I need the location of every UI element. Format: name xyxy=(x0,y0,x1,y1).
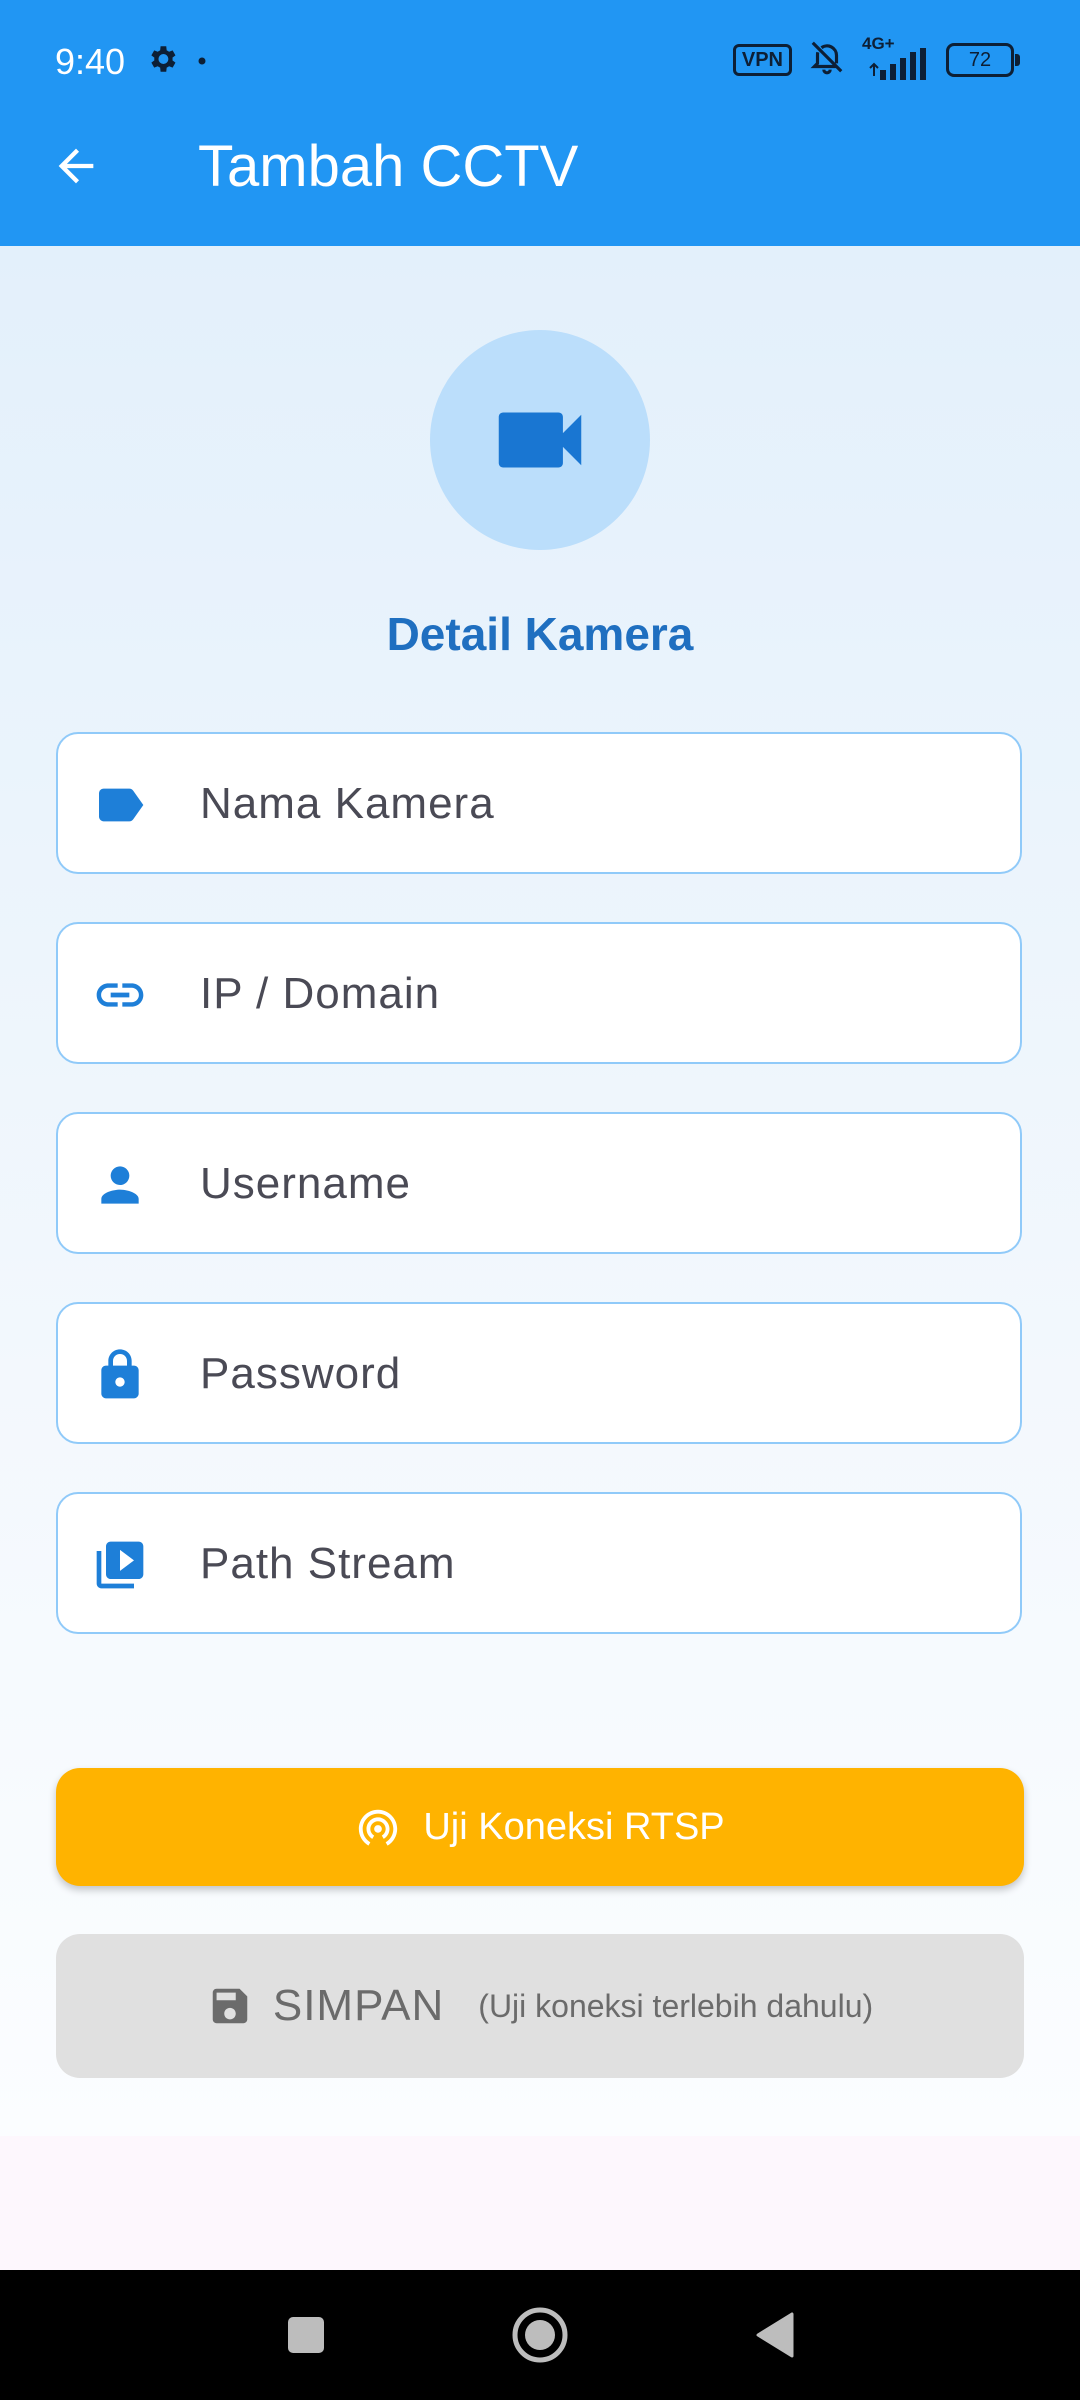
network-signal: 4G+ xyxy=(862,34,930,80)
page-title: Tambah CCTV xyxy=(198,134,579,199)
section-title: Detail Kamera xyxy=(386,608,694,660)
recent-apps-button[interactable] xyxy=(246,2270,366,2400)
camera-name-field[interactable] xyxy=(56,732,1022,874)
link-icon xyxy=(92,967,148,1023)
lock-icon xyxy=(92,1347,148,1403)
recent-apps-icon xyxy=(288,2317,324,2353)
status-right-icons: VPN 4G+ 72 xyxy=(732,34,1020,81)
username-field[interactable] xyxy=(56,1112,1022,1254)
settings-gear-icon xyxy=(145,42,179,81)
home-button[interactable] xyxy=(480,2270,600,2400)
back-button[interactable] xyxy=(44,134,108,198)
path-stream-field[interactable] xyxy=(56,1492,1022,1634)
back-nav-button[interactable] xyxy=(714,2270,834,2400)
save-hint: (Uji koneksi terlebih dahulu) xyxy=(478,1987,874,2024)
system-nav-bar xyxy=(0,2270,1080,2400)
ip-domain-input[interactable] xyxy=(198,924,1002,1064)
arrow-back-icon xyxy=(58,148,94,184)
notification-dot-icon xyxy=(197,53,207,71)
save-label: SIMPAN xyxy=(272,1981,445,2030)
label-tag-icon xyxy=(92,777,148,833)
signal-icon xyxy=(869,47,926,80)
test-rtsp-button[interactable]: Uji Koneksi RTSP xyxy=(56,1768,1024,1886)
camera-avatar xyxy=(430,330,650,550)
home-icon xyxy=(512,2307,568,2363)
camera-name-input[interactable] xyxy=(198,734,1002,874)
test-rtsp-label: Uji Koneksi RTSP xyxy=(423,1805,725,1848)
bell-off-icon xyxy=(808,38,846,81)
path-stream-input[interactable] xyxy=(198,1494,1002,1634)
videocam-icon xyxy=(498,412,582,468)
app-bar: 9:40 VPN 4G+ 72 Tambah CCTV xyxy=(0,0,1080,246)
ip-domain-field[interactable] xyxy=(56,922,1022,1064)
password-field[interactable] xyxy=(56,1302,1022,1444)
battery-indicator: 72 xyxy=(946,42,1020,77)
status-time: 9:40 xyxy=(55,41,126,82)
status-left-icons xyxy=(145,42,207,81)
password-input[interactable] xyxy=(198,1304,1002,1444)
username-input[interactable] xyxy=(198,1114,1002,1254)
save-button[interactable]: SIMPAN (Uji koneksi terlebih dahulu) xyxy=(56,1934,1024,2078)
video-library-icon xyxy=(92,1537,148,1593)
save-icon xyxy=(212,1988,248,2024)
form-content: Detail Kamera Uji Koneks xyxy=(0,246,1080,2136)
wifi-tethering-icon xyxy=(359,1809,398,1846)
back-triangle-icon xyxy=(756,2312,794,2358)
bottom-spacer xyxy=(0,2136,1080,2270)
person-icon xyxy=(92,1157,148,1213)
vpn-badge: VPN xyxy=(732,43,792,76)
